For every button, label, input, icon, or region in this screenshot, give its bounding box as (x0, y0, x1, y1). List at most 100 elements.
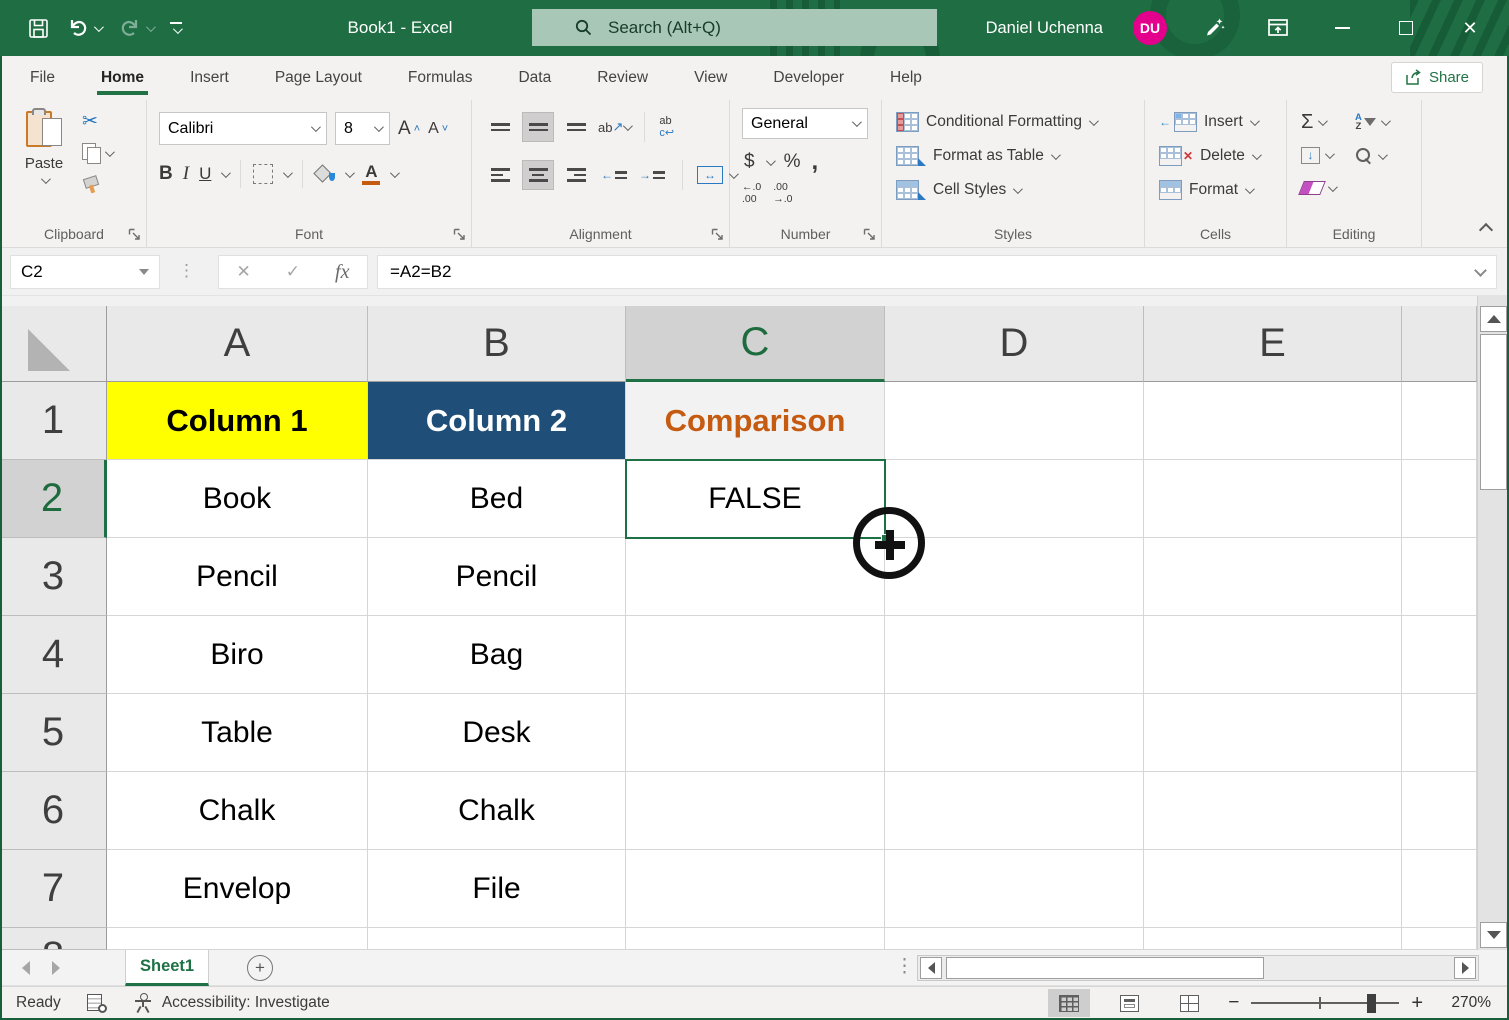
cell-e6[interactable] (1144, 772, 1402, 850)
bottom-align-button[interactable] (560, 112, 592, 142)
font-color-button[interactable]: A (362, 163, 381, 185)
cell-e5[interactable] (1144, 694, 1402, 772)
font-name-select[interactable]: Calibri (159, 112, 327, 145)
column-header-a[interactable]: A (107, 306, 368, 382)
cell-c8-partial[interactable] (626, 928, 885, 950)
cut-button[interactable]: ✂ (82, 110, 112, 132)
decrease-font-size-button[interactable]: A ˅ (428, 120, 448, 138)
row-header-8-partial[interactable]: 8 (0, 928, 107, 950)
increase-indent-button[interactable]: → (636, 160, 668, 190)
customize-quick-access-button[interactable] (170, 22, 183, 35)
insert-function-button[interactable]: fx (335, 261, 349, 284)
insert-cells-button[interactable]: ← Insert (1159, 112, 1260, 132)
delete-cells-button[interactable]: ✕ Delete (1159, 146, 1262, 166)
cell-a2[interactable]: Book (107, 460, 368, 538)
redo-dropdown-chevron-icon[interactable] (145, 21, 156, 32)
increase-decimal-button[interactable]: ←.0 .00 (742, 181, 761, 205)
number-dialog-launcher[interactable] (862, 227, 876, 241)
top-align-button[interactable] (484, 112, 516, 142)
wrap-text-button[interactable]: ab c↩ (659, 115, 674, 139)
cell-c3[interactable] (626, 538, 885, 616)
new-sheet-button[interactable]: + (247, 955, 273, 981)
alignment-dialog-launcher[interactable] (710, 227, 724, 241)
cell-f8-partial[interactable] (1402, 928, 1477, 950)
conditional-formatting-button[interactable]: Conditional Formatting (896, 112, 1099, 132)
column-header-partial[interactable] (1402, 306, 1477, 382)
cell-d5[interactable] (885, 694, 1144, 772)
cell-a5[interactable]: Table (107, 694, 368, 772)
save-button[interactable] (28, 18, 49, 39)
next-sheet-button[interactable] (52, 961, 60, 975)
row-header-6[interactable]: 6 (0, 772, 107, 850)
cell-a6[interactable]: Chalk (107, 772, 368, 850)
underline-dropdown-chevron-icon[interactable] (221, 167, 232, 178)
vertical-scrollbar-thumb[interactable] (1480, 334, 1507, 490)
cancel-button[interactable]: ✕ (237, 262, 251, 282)
tab-help[interactable]: Help (888, 56, 924, 100)
copy-button[interactable] (82, 142, 115, 164)
italic-button[interactable]: I (183, 163, 189, 185)
align-left-button[interactable] (484, 160, 516, 190)
cell-c7[interactable] (626, 850, 885, 928)
find-select-button[interactable] (1355, 144, 1388, 168)
redo-button[interactable] (118, 17, 156, 39)
borders-button[interactable] (253, 164, 274, 184)
zoom-slider[interactable] (1251, 993, 1400, 1013)
fill-color-button[interactable] (313, 164, 336, 184)
cell-a4[interactable]: Biro (107, 616, 368, 694)
scroll-up-button[interactable] (1480, 306, 1507, 332)
paste-button[interactable]: Paste (16, 108, 72, 185)
cell-a8-partial[interactable] (107, 928, 368, 950)
cell-f5-partial[interactable] (1402, 694, 1477, 772)
tab-home[interactable]: Home (96, 56, 149, 100)
vertical-scrollbar[interactable] (1477, 296, 1509, 950)
cell-d6[interactable] (885, 772, 1144, 850)
cell-b4[interactable]: Bag (368, 616, 626, 694)
cell-d7[interactable] (885, 850, 1144, 928)
normal-view-button[interactable] (1048, 989, 1091, 1017)
cell-b1[interactable]: Column 2 (368, 382, 626, 460)
fill-button[interactable]: ↓ (1301, 143, 1335, 167)
row-header-3[interactable]: 3 (0, 538, 107, 616)
cell-d1[interactable] (885, 382, 1144, 460)
row-header-1[interactable]: 1 (0, 382, 107, 460)
macro-record-button[interactable] (86, 993, 107, 1013)
cell-f7-partial[interactable] (1402, 850, 1477, 928)
cell-e3[interactable] (1144, 538, 1402, 616)
cell-c5[interactable] (626, 694, 885, 772)
sort-filter-button[interactable]: AZ (1355, 110, 1391, 134)
cell-c1[interactable]: Comparison (626, 382, 885, 460)
cell-d2[interactable] (885, 460, 1144, 538)
cell-f6-partial[interactable] (1402, 772, 1477, 850)
column-header-b[interactable]: B (368, 306, 626, 382)
name-box-dropdown-icon[interactable] (139, 269, 149, 275)
cell-f4-partial[interactable] (1402, 616, 1477, 694)
maximize-button[interactable] (1389, 0, 1423, 56)
fill-color-dropdown-chevron-icon[interactable] (345, 167, 356, 178)
format-painter-button[interactable] (82, 174, 112, 196)
pen-sparkle-button[interactable] (1197, 0, 1231, 56)
select-all-button[interactable] (0, 306, 107, 382)
horizontal-scrollbar[interactable] (917, 955, 1479, 981)
tab-data[interactable]: Data (516, 56, 553, 100)
zoom-level[interactable]: 270% (1441, 994, 1491, 1012)
cell-a1[interactable]: Column 1 (107, 382, 368, 460)
cell-e2[interactable] (1144, 460, 1402, 538)
clear-button[interactable] (1298, 176, 1338, 200)
zoom-out-button[interactable]: − (1228, 992, 1239, 1014)
cell-e1[interactable] (1144, 382, 1402, 460)
row-header-5[interactable]: 5 (0, 694, 107, 772)
percent-style-button[interactable]: % (784, 151, 801, 173)
scrollbar-resize-handle[interactable]: ⋮ (895, 954, 914, 980)
decrease-indent-button[interactable]: ← (598, 160, 630, 190)
cell-a7[interactable]: Envelop (107, 850, 368, 928)
middle-align-button[interactable] (522, 112, 554, 142)
tab-insert[interactable]: Insert (188, 56, 231, 100)
autosum-button[interactable]: Σ (1301, 110, 1335, 134)
share-button[interactable]: Share (1390, 62, 1483, 93)
accounting-dropdown-chevron-icon[interactable] (765, 155, 776, 166)
borders-dropdown-chevron-icon[interactable] (283, 167, 294, 178)
horizontal-scrollbar-thumb[interactable] (946, 957, 1264, 979)
cell-e7[interactable] (1144, 850, 1402, 928)
row-header-7[interactable]: 7 (0, 850, 107, 928)
